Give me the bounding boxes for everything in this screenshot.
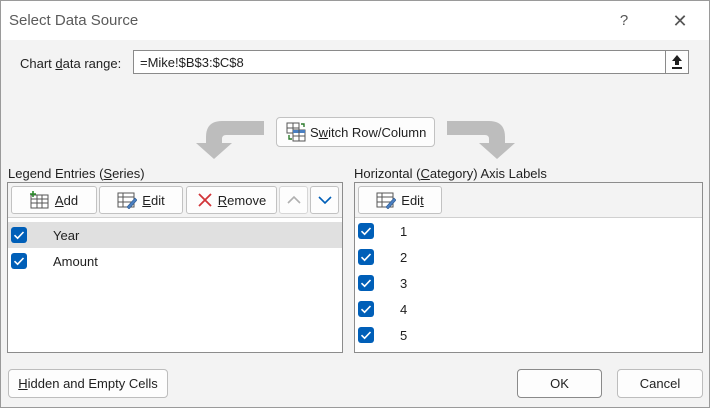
checkmark-icon [360,331,372,340]
edit-table-icon [117,192,138,209]
label-part: Horizontal ( [354,166,421,181]
axis-label-row[interactable]: 3 [355,270,702,296]
checkmark-icon [13,257,25,266]
edit-series-button[interactable]: Edit [99,186,183,214]
checkbox-checked[interactable] [358,301,374,317]
label-part: Legend Entries ( [8,166,104,181]
label-accelerator: C [420,166,430,181]
ok-button[interactable]: OK [517,369,602,398]
axis-label-row[interactable]: 4 [355,296,702,322]
help-button[interactable]: ? [610,9,638,33]
legend-toolbar: Add Edit Remove [8,183,342,218]
switch-row-column-button[interactable]: Switch Row/Column [276,117,435,147]
title-bar: Select Data Source ? ✕ [1,1,709,40]
axis-label-text: 3 [400,276,408,291]
label-accelerator: E [142,192,151,208]
axis-toolbar: Edit [355,183,702,218]
checkbox-checked[interactable] [11,253,27,269]
move-up-button[interactable] [279,186,308,214]
label-accelerator: d [55,56,63,71]
label-part: S [310,124,319,140]
axis-label-row[interactable]: 5 [355,322,702,348]
checkbox-checked[interactable] [11,227,27,243]
remove-label: Remove [218,193,266,208]
dialog-title: Select Data Source [9,12,139,29]
label-part: dit [150,192,165,208]
label-part: ata range: [62,56,122,71]
label-part: eries) [112,166,145,181]
edit-label: Edit [401,193,423,208]
legend-entries-panel: Add Edit Remove Year Amount [7,182,343,353]
axis-label-row[interactable]: 2 [355,244,702,270]
add-table-icon [29,191,49,209]
checkbox-checked[interactable] [358,223,374,239]
checkmark-icon [360,305,372,314]
switch-row-column-label: Switch Row/Column [310,125,426,140]
axis-label-text: 4 [400,302,408,317]
curved-arrow-left-icon [196,121,264,159]
legend-entry-label: Year [53,228,80,243]
chevron-up-icon [286,195,301,204]
checkmark-icon [360,227,372,236]
checkbox-checked[interactable] [358,275,374,291]
select-data-source-dialog: Select Data Source ? ✕ Chart data range:… [0,0,710,408]
label-accelerator: S [103,166,113,181]
checkmark-icon [360,279,372,288]
upload-arrow-icon [672,55,682,69]
chart-data-range-label: Chart data range: [20,56,121,71]
checkmark-icon [13,231,25,240]
checkbox-checked[interactable] [358,327,374,343]
label-part: emove [227,192,267,208]
axis-labels-panel: Edit 1 2 3 4 5 [354,182,703,353]
add-series-button[interactable]: Add [11,186,97,214]
label-part: itch Row/Column [328,124,427,140]
edit-table-icon [376,192,397,209]
legend-entries-label: Legend Entries (Series) [8,166,145,181]
legend-entry-row[interactable]: Year [8,222,342,248]
chart-data-range-value: =Mike!$B$3:$C$8 [140,55,244,70]
switch-row-column-icon [286,122,306,142]
axis-label-row[interactable]: 1 [355,218,702,244]
axis-label-text: 5 [400,328,408,343]
label-part: ategory) Axis Labels [429,166,547,181]
label-accelerator: A [54,192,64,208]
move-down-button[interactable] [310,186,339,214]
axis-label-text: 2 [400,250,408,265]
label-accelerator: R [217,192,228,208]
close-button[interactable]: ✕ [663,9,697,33]
checkbox-checked[interactable] [358,249,374,265]
hidden-and-empty-cells-button[interactable]: Hidden and Empty Cells [8,369,168,398]
curved-arrow-right-icon [447,121,515,159]
range-collapse-button[interactable] [665,50,689,74]
add-label: Add [55,193,78,208]
chart-data-range-input[interactable]: =Mike!$B$3:$C$8 [133,50,689,74]
remove-series-button[interactable]: Remove [186,186,277,214]
legend-entry-row[interactable]: Amount [8,248,342,274]
label-accelerator: t [420,192,424,208]
axis-label-text: 1 [400,224,408,239]
edit-label: Edit [142,193,164,208]
checkmark-icon [360,253,372,262]
label-part: Chart [20,56,56,71]
label-part: idden and Empty Cells [27,376,158,391]
label-accelerator: w [318,124,329,140]
chevron-down-icon [317,196,332,205]
cancel-button[interactable]: Cancel [617,369,703,398]
label-part: Edi [401,192,421,208]
axis-labels-label: Horizontal (Category) Axis Labels [354,166,547,181]
edit-axis-labels-button[interactable]: Edit [358,186,442,214]
label-accelerator: H [18,376,28,391]
legend-entry-label: Amount [53,254,98,269]
label-part: dd [63,192,79,208]
remove-x-icon [198,193,212,207]
